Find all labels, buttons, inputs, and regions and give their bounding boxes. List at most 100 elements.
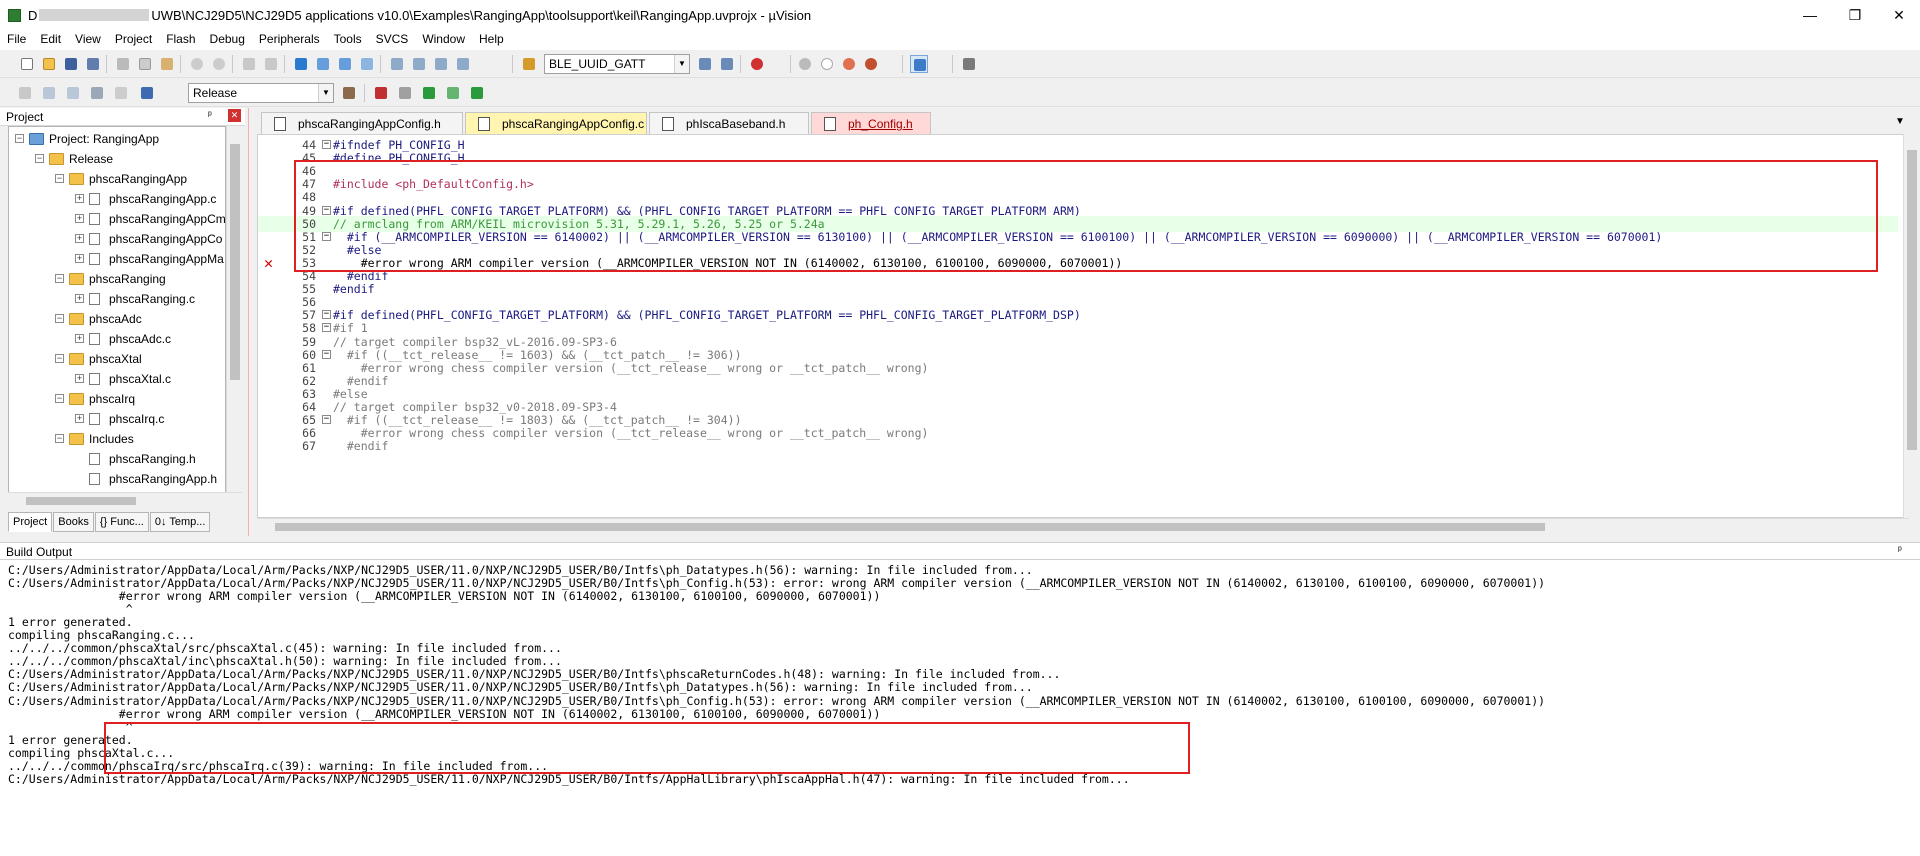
build-output-log[interactable]: C:/Users/Administrator/AppData/Local/Arm… (0, 560, 1920, 856)
redo-icon[interactable] (210, 55, 228, 73)
unindent-icon[interactable] (410, 55, 428, 73)
tree-item[interactable]: − phscaXtal (9, 349, 225, 369)
menu-debug[interactable]: Debug (203, 30, 252, 50)
expand-icon[interactable]: + (75, 234, 84, 243)
window-layout-icon[interactable] (910, 55, 928, 73)
rte-icon[interactable] (468, 84, 486, 102)
build-icon[interactable] (40, 84, 58, 102)
stop-build-icon[interactable] (112, 84, 130, 102)
collapse-icon[interactable]: − (55, 314, 64, 323)
indent-icon[interactable] (388, 55, 406, 73)
debug-session-icon[interactable] (748, 55, 766, 73)
find-combo[interactable]: BLE_UUID_GATT ▼ (544, 54, 690, 74)
collapse-icon[interactable]: − (15, 134, 24, 143)
menu-peripherals[interactable]: Peripherals (252, 30, 327, 50)
tree-item[interactable]: + phscaRangingAppCm (9, 209, 225, 229)
tree-item[interactable]: − phscaAdc (9, 309, 225, 329)
restore-button[interactable]: ❐ (1840, 4, 1870, 26)
translate-icon[interactable] (16, 84, 34, 102)
copy-icon[interactable] (136, 55, 154, 73)
uncomment-icon[interactable] (454, 55, 472, 73)
collapse-icon[interactable]: − (55, 274, 64, 283)
expand-icon[interactable]: + (75, 414, 84, 423)
manage-project-items-icon[interactable] (372, 84, 390, 102)
project-tree[interactable]: − Project: RangingApp − Release − phscaRangin… (8, 126, 226, 496)
download-icon[interactable] (138, 84, 156, 102)
collapse-icon[interactable]: − (55, 434, 64, 443)
menu-tools[interactable]: Tools (327, 30, 369, 50)
tree-item[interactable]: + phscaRangingApp.c (9, 189, 225, 209)
prev-bookmark-icon[interactable] (314, 55, 332, 73)
kill-breakpoints-icon[interactable] (840, 55, 858, 73)
expand-icon[interactable]: + (75, 334, 84, 343)
tree-item[interactable]: + phscaRangingAppCo (9, 229, 225, 249)
save-icon[interactable] (62, 55, 80, 73)
tab-phscarangingappconfig-h[interactable]: phscaRangingAppConfig.h (261, 112, 463, 134)
tab-ph-config-h[interactable]: ph_Config.h (811, 112, 931, 134)
menu-project[interactable]: Project (108, 30, 159, 50)
tree-item[interactable]: − Project: RangingApp (9, 129, 225, 149)
select-packs-icon[interactable] (444, 84, 462, 102)
menu-edit[interactable]: Edit (33, 30, 68, 50)
tree-item[interactable]: − phscaRanging (9, 269, 225, 289)
code-vertical-scrollbar[interactable] (1903, 134, 1919, 518)
fold-toggle-icon[interactable]: − (322, 310, 331, 320)
tree-item[interactable]: + phscaAdc.c (9, 329, 225, 349)
chevron-down-icon[interactable]: ▼ (318, 84, 333, 102)
tree-item[interactable]: − Includes (9, 429, 225, 449)
collapse-icon[interactable]: − (35, 154, 44, 163)
collapse-icon[interactable]: − (55, 394, 64, 403)
incremental-find-icon[interactable] (718, 55, 736, 73)
menu-flash[interactable]: Flash (159, 30, 202, 50)
tree-item[interactable]: − Release (9, 149, 225, 169)
menu-help[interactable]: Help (472, 30, 511, 50)
nav-forward-icon[interactable] (262, 55, 280, 73)
rebuild-icon[interactable] (64, 84, 82, 102)
open-folder-icon[interactable] (40, 55, 58, 73)
tree-item[interactable]: + phscaRangingAppMa (9, 249, 225, 269)
menu-view[interactable]: View (68, 30, 108, 50)
code-horizontal-scrollbar[interactable] (257, 518, 1909, 534)
tree-item[interactable]: + phscaXtal.c (9, 369, 225, 389)
tree-horizontal-scrollbar[interactable] (8, 492, 242, 508)
code-line[interactable]: 67 #endif (258, 438, 1898, 454)
configure-icon[interactable] (960, 55, 978, 73)
tree-item[interactable]: − phscaIrq (9, 389, 225, 409)
paste-icon[interactable] (158, 55, 176, 73)
nav-back-icon[interactable] (240, 55, 258, 73)
minimize-button[interactable]: — (1795, 4, 1825, 26)
target-options-icon[interactable] (340, 84, 358, 102)
tab-functions[interactable]: {} Func... (94, 512, 149, 532)
target-select[interactable]: Release ▼ (188, 83, 334, 103)
expand-icon[interactable]: + (75, 254, 84, 263)
collapse-icon[interactable]: − (55, 354, 64, 363)
fold-toggle-icon[interactable]: − (322, 415, 331, 425)
menu-window[interactable]: Window (415, 30, 472, 50)
breakpoint-icon[interactable] (796, 55, 814, 73)
disable-breakpoint-icon[interactable] (818, 55, 836, 73)
fold-toggle-icon[interactable]: − (322, 349, 331, 359)
next-bookmark-icon[interactable] (336, 55, 354, 73)
new-file-icon[interactable] (18, 55, 36, 73)
comment-icon[interactable] (432, 55, 450, 73)
tree-item[interactable]: + phscaRanging.c (9, 289, 225, 309)
save-all-icon[interactable] (84, 55, 102, 73)
tree-vertical-scrollbar[interactable] (226, 126, 242, 496)
tab-phscarangingappconfig-c[interactable]: phscaRangingAppConfig.c (465, 112, 647, 134)
kill-all-breakpoints-icon[interactable] (862, 55, 880, 73)
pack-installer-icon[interactable] (420, 84, 438, 102)
find-icon[interactable] (696, 55, 714, 73)
fold-toggle-icon[interactable]: − (322, 140, 331, 149)
expand-icon[interactable]: + (75, 214, 84, 223)
tab-phiscabaseband-h[interactable]: phIscaBaseband.h (649, 112, 809, 134)
fold-toggle-icon[interactable]: − (322, 323, 331, 333)
tree-item[interactable]: + phscaIrq.c (9, 409, 225, 429)
tab-templates[interactable]: 0↓ Temp... (149, 512, 211, 532)
manage-runtime-icon[interactable] (396, 84, 414, 102)
pin-icon[interactable]: ᵖ (208, 110, 212, 121)
clear-bookmarks-icon[interactable] (358, 55, 376, 73)
chevron-down-icon[interactable]: ▼ (674, 55, 689, 73)
cut-icon[interactable] (114, 55, 132, 73)
tab-list-icon[interactable]: ▼ (1895, 116, 1905, 127)
collapse-icon[interactable]: − (55, 174, 64, 183)
